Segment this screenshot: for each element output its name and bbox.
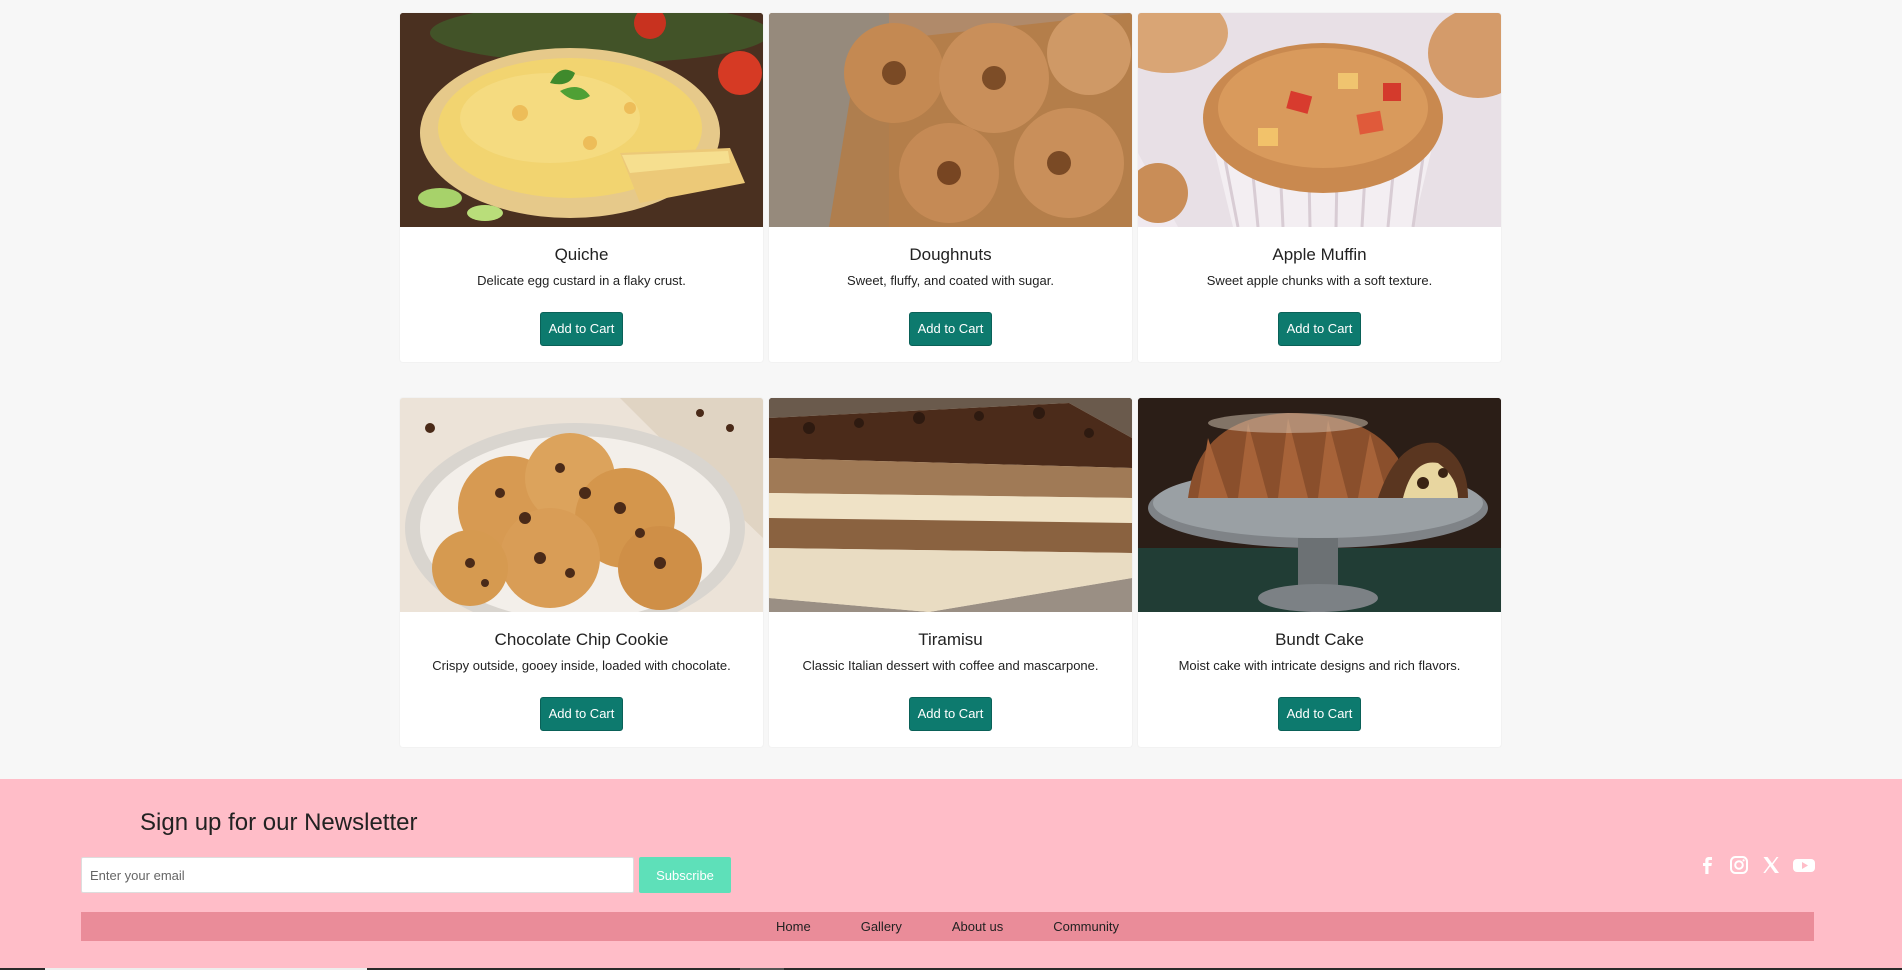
product-card-quiche: Quiche Delicate egg custard in a flaky c…: [400, 13, 763, 362]
product-description: Classic Italian dessert with coffee and …: [802, 658, 1099, 673]
product-card-apple-muffin: Apple Muffin Sweet apple chunks with a s…: [1138, 13, 1501, 362]
add-to-cart-button[interactable]: Add to Cart: [1277, 312, 1362, 346]
x-icon[interactable]: [1760, 854, 1782, 876]
product-description: Sweet apple chunks with a soft texture.: [1206, 273, 1433, 288]
add-to-cart-button[interactable]: Add to Cart: [1277, 697, 1362, 731]
facebook-icon[interactable]: [1696, 854, 1718, 876]
product-card-tiramisu: Tiramisu Classic Italian dessert with co…: [769, 398, 1132, 747]
instagram-icon[interactable]: [1728, 854, 1750, 876]
product-card-bundt-cake: Bundt Cake Moist cake with intricate des…: [1138, 398, 1501, 747]
add-to-cart-button[interactable]: Add to Cart: [539, 697, 624, 731]
product-title: Apple Muffin: [1272, 245, 1367, 264]
add-to-cart-button[interactable]: Add to Cart: [908, 312, 993, 346]
product-description: Delicate egg custard in a flaky crust.: [477, 273, 686, 288]
product-card-chocolate-chip-cookie: Chocolate Chip Cookie Crispy outside, go…: [400, 398, 763, 747]
tiramisu-image: [769, 398, 1132, 612]
product-description: Sweet, fluffy, and coated with sugar.: [847, 273, 1054, 288]
cookie-image: [400, 398, 763, 612]
product-title: Tiramisu: [918, 630, 983, 649]
subscribe-button[interactable]: Subscribe: [639, 857, 731, 893]
bundt-cake-image: [1138, 398, 1501, 612]
product-card-doughnuts: Doughnuts Sweet, fluffy, and coated with…: [769, 13, 1132, 362]
nav-link-gallery[interactable]: Gallery: [836, 919, 927, 934]
doughnuts-image: [769, 13, 1132, 227]
youtube-icon[interactable]: [1792, 854, 1815, 876]
nav-link-community[interactable]: Community: [1028, 919, 1144, 934]
nav-link-about-us[interactable]: About us: [927, 919, 1028, 934]
product-description: Crispy outside, gooey inside, loaded wit…: [432, 658, 731, 673]
footer-nav: Home Gallery About us Community: [81, 912, 1814, 941]
product-title: Chocolate Chip Cookie: [494, 630, 669, 649]
quiche-image: [400, 13, 763, 227]
product-title: Quiche: [554, 245, 609, 264]
product-title: Bundt Cake: [1275, 630, 1364, 649]
product-grid: Quiche Delicate egg custard in a flaky c…: [400, 13, 1502, 783]
site-footer: Sign up for our Newsletter Subscribe: [0, 779, 1902, 970]
social-links: [1696, 854, 1815, 876]
newsletter-title: Sign up for our Newsletter: [140, 809, 418, 836]
product-description: Moist cake with intricate designs and ri…: [1178, 658, 1461, 673]
product-row: Quiche Delicate egg custard in a flaky c…: [400, 13, 1502, 362]
nav-link-home[interactable]: Home: [751, 919, 836, 934]
add-to-cart-button[interactable]: Add to Cart: [539, 312, 624, 346]
apple-muffin-image: [1138, 13, 1501, 227]
product-row: Chocolate Chip Cookie Crispy outside, go…: [400, 398, 1502, 747]
add-to-cart-button[interactable]: Add to Cart: [908, 697, 993, 731]
email-input[interactable]: [81, 857, 634, 893]
product-title: Doughnuts: [909, 245, 992, 264]
